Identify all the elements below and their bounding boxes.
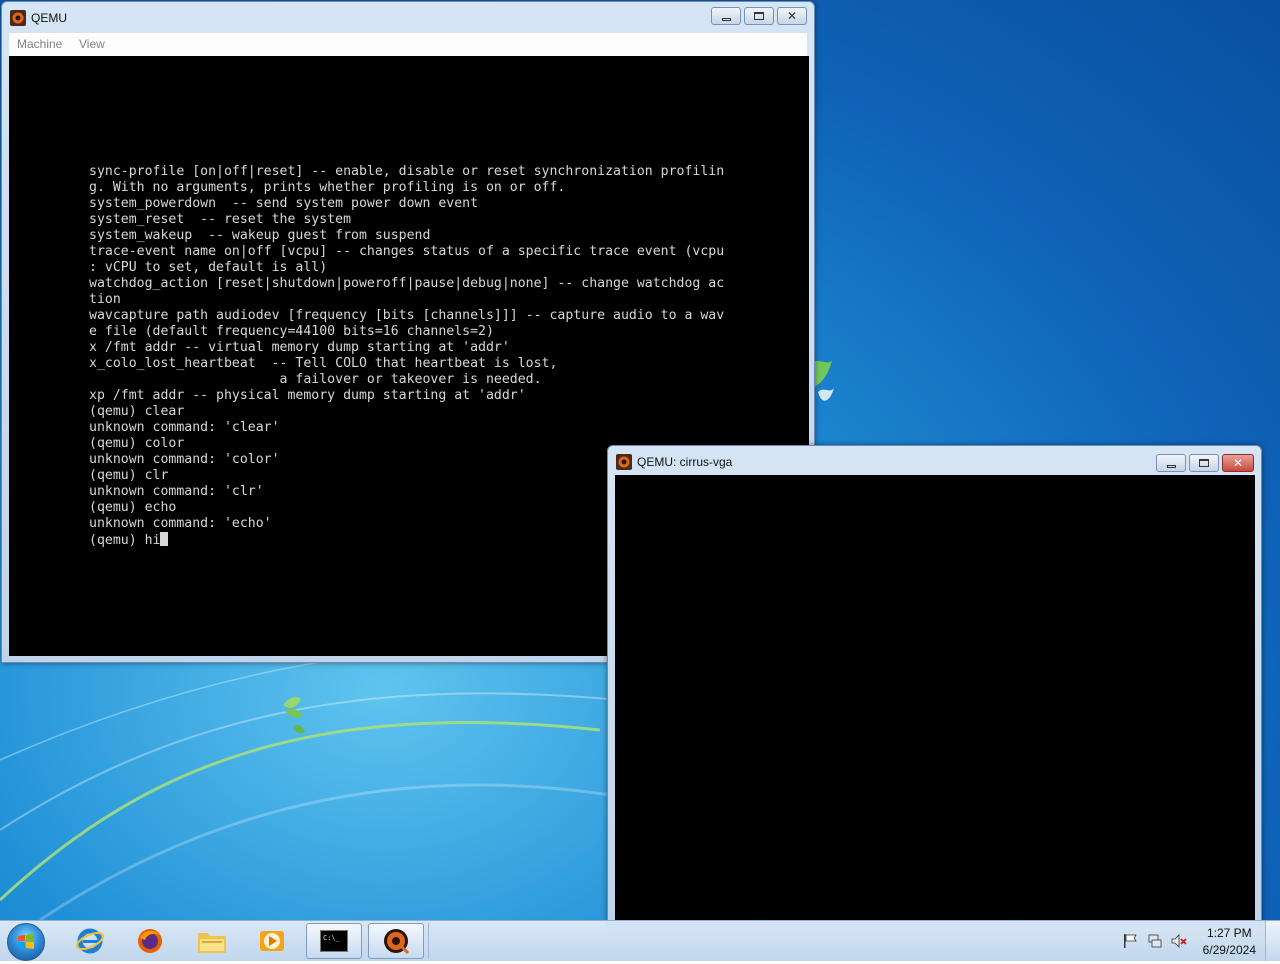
start-button[interactable]	[7, 923, 45, 961]
menu-machine[interactable]: Machine	[17, 37, 62, 51]
close-button[interactable]: ✕	[777, 7, 807, 25]
close-icon: ✕	[786, 9, 798, 23]
console-line: tion	[89, 292, 121, 307]
window-titlebar[interactable]: QEMU ✕	[2, 2, 814, 32]
console-line: sync-profile [on|off|reset] -- enable, d…	[89, 164, 725, 179]
console-line: system_reset -- reset the system	[89, 212, 352, 227]
console-line: wavcapture path audiodev [frequency [bit…	[89, 308, 725, 323]
taskbar-firefox[interactable]	[122, 923, 178, 959]
console-line: x_colo_lost_heartbeat -- Tell COLO that …	[89, 356, 558, 371]
console-prompt-line[interactable]: (qemu) hi	[89, 532, 169, 549]
console-line: (qemu) echo	[89, 500, 177, 515]
system-clock[interactable]: 1:27 PM 6/29/2024	[1203, 925, 1256, 959]
show-desktop-button[interactable]	[1265, 921, 1280, 961]
console-line: (qemu) color	[89, 436, 185, 451]
qemu-app-icon	[10, 10, 26, 26]
menubar: Machine View	[9, 33, 807, 57]
maximize-button[interactable]	[1189, 454, 1219, 472]
taskbar-file-explorer[interactable]	[184, 923, 240, 959]
vga-display[interactable]	[615, 475, 1255, 921]
taskbar-media-player[interactable]	[244, 923, 300, 959]
media-player-icon	[260, 931, 284, 951]
minimize-button[interactable]	[1156, 454, 1186, 472]
console-line: e file (default frequency=44100 bits=16 …	[89, 324, 494, 339]
taskbar-qemu[interactable]	[368, 923, 424, 959]
maximize-icon	[1199, 459, 1209, 467]
close-icon: ✕	[1232, 456, 1244, 470]
console-line: a failover or takeover is needed.	[89, 372, 542, 387]
cmd-icon-text: C:\_	[323, 934, 340, 942]
firefox-icon	[138, 929, 162, 953]
console-line: system_wakeup -- wakeup guest from suspe…	[89, 228, 431, 243]
minimize-icon	[721, 17, 731, 21]
clock-time: 1:27 PM	[1206, 926, 1252, 940]
console-line: g. With no arguments, prints whether pro…	[89, 180, 566, 195]
console-line: : vCPU to set, default is all)	[89, 260, 328, 275]
clock-date: 6/29/2024	[1202, 943, 1256, 957]
maximize-button[interactable]	[744, 7, 774, 25]
windows-logo-icon	[18, 934, 34, 949]
console-line: unknown command: 'echo'	[89, 516, 272, 531]
qemu-icon	[384, 929, 410, 955]
console-line: (qemu) clear	[89, 404, 185, 419]
qemu-app-icon	[616, 454, 632, 470]
menu-view[interactable]: View	[79, 37, 105, 51]
console-line: (qemu) clr	[89, 468, 169, 483]
minimize-button[interactable]	[711, 7, 741, 25]
qemu-cirrus-vga-window[interactable]: QEMU: cirrus-vga ✕	[607, 445, 1262, 925]
folder-icon	[198, 933, 226, 953]
prompt-input-text: (qemu) hi	[89, 533, 161, 548]
console-line: system_powerdown -- send system power do…	[89, 196, 479, 211]
taskbar: C:\_ 1:27 PM 6/29/2024	[0, 920, 1280, 961]
window-titlebar[interactable]: QEMU: cirrus-vga ✕	[608, 446, 1261, 476]
console-line: unknown command: 'color'	[89, 452, 280, 467]
minimize-icon	[1166, 464, 1176, 468]
volume-muted-icon[interactable]	[1171, 933, 1187, 949]
taskbar-command-prompt[interactable]: C:\_	[306, 923, 362, 959]
maximize-icon	[754, 12, 764, 20]
command-prompt-icon: C:\_	[320, 930, 348, 952]
window-title: QEMU: cirrus-vga	[637, 455, 733, 469]
close-button[interactable]: ✕	[1222, 454, 1254, 472]
console-line: watchdog_action [reset|shutdown|poweroff…	[89, 276, 725, 291]
console-line: xp /fmt addr -- physical memory dump sta…	[89, 388, 526, 403]
taskbar-divider	[428, 923, 429, 959]
text-cursor	[160, 532, 169, 546]
console-line: trace-event name on|off [vcpu] -- change…	[89, 244, 725, 259]
console-line: unknown command: 'clear'	[89, 420, 280, 435]
internet-explorer-icon	[76, 928, 104, 954]
taskbar-internet-explorer[interactable]	[62, 923, 118, 959]
action-center-flag-icon[interactable]	[1122, 933, 1138, 949]
network-icon[interactable]	[1147, 933, 1163, 949]
console-line: unknown command: 'clr'	[89, 484, 264, 499]
console-line: x /fmt addr -- virtual memory dump start…	[89, 340, 510, 355]
window-title: QEMU	[31, 11, 67, 25]
